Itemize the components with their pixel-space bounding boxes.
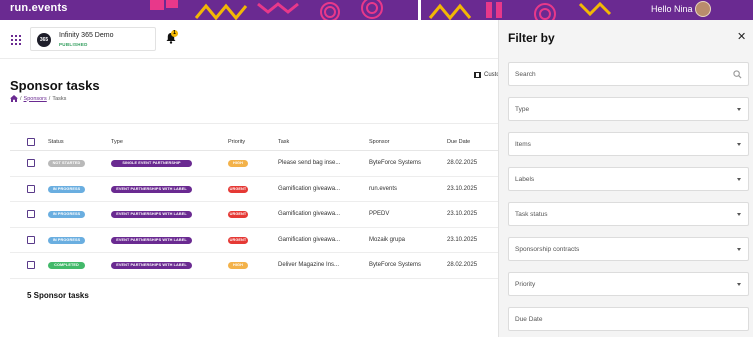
priority-badge: URGENT [228, 185, 248, 193]
filter-title: Filter by [508, 31, 555, 45]
chevron-down-icon [737, 213, 741, 216]
status-badge: NOT STARTED [48, 160, 85, 167]
type-badge: EVENT PARTNERSHIPS WITH LABEL [111, 211, 192, 218]
filter-type-label: Type [515, 106, 530, 113]
status-badge: COMPLETED [48, 262, 85, 269]
status-badge: IN PROGRESS [48, 211, 85, 218]
row-checkbox[interactable] [27, 210, 35, 218]
status-badge: IN PROGRESS [48, 185, 85, 193]
filter-panel: Filter by ✕ Search Type Items Labels Tas… [498, 20, 753, 337]
banner-decoration [150, 0, 612, 20]
user-greeting: Hello Nina [651, 4, 693, 14]
filter-search-input[interactable]: Search [508, 62, 749, 86]
task-cell[interactable]: Gamification giveawa... [278, 186, 340, 192]
event-logo: 365 [37, 33, 51, 47]
apps-grid-icon[interactable] [11, 35, 21, 45]
filter-sponsorship-contracts-select[interactable]: Sponsorship contracts [508, 237, 749, 261]
sponsor-cell: ByteForce Systems [369, 160, 422, 166]
breadcrumb-separator: / [20, 95, 22, 102]
page: run.events Hello Nina 365 Infinity 365 D… [0, 0, 753, 337]
filter-due-date-label: Due Date [515, 316, 543, 323]
column-header-due-date[interactable]: Due Date [447, 139, 470, 145]
event-status-badge: PUBLISHED [59, 42, 88, 47]
priority-badge: URGENT [228, 236, 248, 244]
breadcrumb-current: Tasks [52, 95, 67, 102]
columns-icon [474, 72, 481, 78]
task-cell[interactable]: Deliver Magazine Ins... [278, 262, 339, 268]
table-row[interactable]: IN PROGRESS EVENT PARTNERSHIPS WITH LABE… [10, 228, 498, 253]
customize-columns-button[interactable]: Custo [474, 72, 500, 78]
brand-logo[interactable]: run.events [10, 2, 68, 14]
filter-type-select[interactable]: Type [508, 97, 749, 121]
filter-sponsorship-contracts-label: Sponsorship contracts [515, 246, 580, 253]
sponsor-cell: PPEDV [369, 211, 390, 217]
filter-items-label: Items [515, 141, 531, 148]
sponsor-tasks-table: Status Type Priority Task Sponsor Due Da… [10, 133, 498, 279]
due-date-cell: 23.10.2025 [447, 211, 478, 217]
filter-search-placeholder: Search [515, 71, 536, 78]
filter-items-select[interactable]: Items [508, 132, 749, 156]
type-badge: EVENT PARTNERSHIPS WITH LABEL [111, 262, 192, 269]
filter-priority-label: Priority [515, 281, 536, 288]
row-checkbox[interactable] [27, 261, 35, 269]
column-header-priority[interactable]: Priority [228, 139, 245, 145]
table-row[interactable]: IN PROGRESS EVENT PARTNERSHIPS WITH LABE… [10, 177, 498, 202]
select-all-checkbox[interactable] [27, 138, 35, 146]
table-row[interactable]: COMPLETED EVENT PARTNERSHIPS WITH LABEL … [10, 253, 498, 279]
due-date-cell: 28.02.2025 [447, 160, 478, 166]
priority-badge: HIGH [228, 160, 248, 167]
user-avatar[interactable] [695, 1, 711, 17]
chevron-down-icon [737, 283, 741, 286]
task-cell[interactable]: Gamification giveawa... [278, 211, 340, 217]
sponsor-cell: Mozaik grupa [369, 236, 406, 243]
due-date-cell: 23.10.2025 [447, 185, 478, 192]
top-banner: run.events Hello Nina [0, 0, 753, 20]
page-title: Sponsor tasks [10, 78, 100, 93]
search-icon [733, 70, 742, 79]
chevron-down-icon [737, 178, 741, 181]
due-date-cell: 28.02.2025 [447, 262, 478, 268]
due-date-cell: 23.10.2025 [447, 236, 478, 243]
column-header-type[interactable]: Type [111, 139, 123, 145]
task-cell[interactable]: Please send bag inse... [278, 160, 340, 166]
table-header: Status Type Priority Task Sponsor Due Da… [10, 133, 498, 151]
priority-badge: URGENT [228, 211, 248, 218]
filter-task-status-label: Task status [515, 211, 548, 218]
filter-priority-select[interactable]: Priority [508, 272, 749, 296]
task-cell[interactable]: Gamification giveawa... [278, 237, 340, 243]
column-header-task[interactable]: Task [278, 139, 289, 145]
chevron-down-icon [737, 108, 741, 111]
notification-count-badge: 1 [171, 30, 178, 37]
filter-labels-label: Labels [515, 176, 535, 183]
type-badge: EVENT PARTNERSHIPS WITH LABEL [111, 185, 192, 193]
event-selector[interactable]: 365 Infinity 365 Demo PUBLISHED [30, 27, 156, 51]
table-row[interactable]: NOT STARTED SINGLE EVENT PARTNERSHIP HIG… [10, 151, 498, 177]
event-name: Infinity 365 Demo [59, 32, 114, 39]
tasks-count-summary: 5 Sponsor tasks [27, 291, 89, 300]
header-divider [0, 58, 498, 59]
column-header-status[interactable]: Status [48, 139, 64, 145]
close-icon[interactable]: ✕ [737, 30, 746, 43]
filter-labels-select[interactable]: Labels [508, 167, 749, 191]
row-checkbox[interactable] [27, 159, 35, 167]
breadcrumb-separator: / [48, 95, 51, 102]
status-badge: IN PROGRESS [48, 236, 85, 244]
chevron-down-icon [737, 143, 741, 146]
sponsor-cell: ByteForce Systems [369, 262, 422, 268]
breadcrumb-sponsors-link[interactable]: Sponsors [24, 96, 47, 102]
breadcrumb: / Sponsors / Tasks [10, 95, 66, 102]
type-badge: SINGLE EVENT PARTNERSHIP [111, 160, 192, 167]
sponsor-cell: run.events [369, 185, 398, 192]
type-badge: EVENT PARTNERSHIPS WITH LABEL [111, 236, 192, 244]
content-divider [10, 123, 498, 124]
filter-due-date-input[interactable]: Due Date [508, 307, 749, 331]
home-icon[interactable] [10, 95, 18, 102]
priority-badge: HIGH [228, 262, 248, 269]
row-checkbox[interactable] [27, 184, 35, 193]
column-header-sponsor[interactable]: Sponsor [369, 139, 390, 145]
table-row[interactable]: IN PROGRESS EVENT PARTNERSHIPS WITH LABE… [10, 202, 498, 228]
chevron-down-icon [737, 248, 741, 251]
filter-task-status-select[interactable]: Task status [508, 202, 749, 226]
row-checkbox[interactable] [27, 235, 35, 244]
